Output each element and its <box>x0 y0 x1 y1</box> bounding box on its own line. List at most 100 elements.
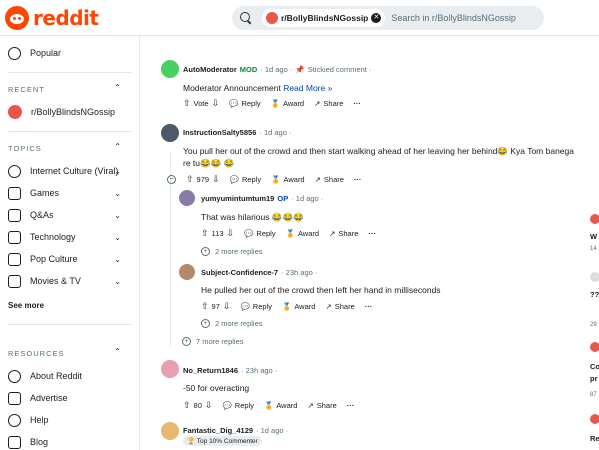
rc-title[interactable]: W <box>590 232 597 241</box>
award-button[interactable]: 🏅 Award <box>264 401 297 410</box>
vote-label: Vote <box>193 99 209 108</box>
reddit-snoo-icon <box>5 6 29 30</box>
megaphone-icon <box>8 391 21 405</box>
rc-sub: 14 <box>590 246 597 252</box>
upvote-icon[interactable]: ⇧ <box>183 98 191 109</box>
see-more-link[interactable]: See more <box>8 301 44 310</box>
award-button[interactable]: 🏅 Award <box>271 99 304 108</box>
upvote-icon[interactable]: ⇧ <box>201 301 209 312</box>
more-options-icon[interactable]: ··· <box>353 99 361 108</box>
sidebar-divider <box>8 324 132 325</box>
comment-time: · 1d ago · <box>259 128 292 137</box>
award-button[interactable]: 🏅 Award <box>271 175 304 184</box>
avatar[interactable] <box>179 190 195 206</box>
sidebar-item-about[interactable]: About Reddit <box>0 365 139 387</box>
award-icon: 🏅 <box>271 175 281 184</box>
reply-button[interactable]: 💬 Reply <box>244 229 276 238</box>
share-button[interactable]: ↗ Share <box>307 401 336 410</box>
reply-button[interactable]: 💬 Reply <box>229 99 261 108</box>
reply-button[interactable]: 💬 Reply <box>240 302 272 311</box>
sidebar-item-label: Games <box>30 188 60 198</box>
read-more-link[interactable]: Read More » <box>283 83 332 93</box>
downvote-icon[interactable]: ⇩ <box>212 174 220 185</box>
more-options-icon[interactable]: ··· <box>368 229 376 238</box>
share-button[interactable]: ↗ Share <box>314 99 343 108</box>
more-replies-link[interactable]: + 2 more replies <box>201 319 263 328</box>
sidebar-item-recent-subreddit[interactable]: r/BollyBlindsNGossip <box>0 101 139 123</box>
avatar[interactable] <box>161 124 179 142</box>
sidebar-item-qas[interactable]: Q&As ⌄ <box>0 204 139 226</box>
community-avatar[interactable] <box>590 214 599 224</box>
share-button[interactable]: ↗ Share <box>329 229 358 238</box>
sidebar-item-popular[interactable]: Popular <box>0 42 139 64</box>
downvote-icon[interactable]: ⇩ <box>227 228 235 239</box>
chevron-up-icon[interactable]: ⌃ <box>114 83 121 92</box>
community-avatar[interactable] <box>590 414 599 424</box>
collapse-icon[interactable]: − <box>167 175 176 184</box>
share-label: Share <box>338 229 359 238</box>
more-replies-link[interactable]: + 2 more replies <box>201 247 263 256</box>
comment-author[interactable]: Subject-Confidence-7 <box>201 268 278 277</box>
upvote-icon[interactable]: ⇧ <box>183 400 191 411</box>
right-sidebar: W 14 ?? 29 Co pr 87 Re <box>584 36 599 450</box>
award-label: Award <box>297 229 320 238</box>
comments-section: AutoModerator MOD · 1d ago · 📌 Stickied … <box>141 36 581 450</box>
left-sidebar: Popular RECENT ⌃ r/BollyBlindsNGossip TO… <box>0 36 140 450</box>
sidebar-item-help[interactable]: Help <box>0 409 139 431</box>
rc-title[interactable]: ?? <box>590 290 599 299</box>
upvote-icon[interactable]: ⇧ <box>186 174 194 185</box>
more-options-icon[interactable]: ··· <box>365 302 373 311</box>
avatar[interactable] <box>179 264 195 280</box>
plus-icon: + <box>201 247 210 256</box>
comment-author[interactable]: yumyumintumtum19 <box>201 194 274 203</box>
comment-author[interactable]: InstructionSalty5856 <box>183 128 256 137</box>
reddit-logo[interactable]: reddit <box>5 6 99 30</box>
more-replies-link[interactable]: + 7 more replies <box>182 337 244 346</box>
subreddit-chip[interactable]: r/BollyBlindsNGossip ✕ <box>262 9 386 27</box>
community-avatar[interactable] <box>590 272 599 282</box>
sidebar-item-games[interactable]: Games ⌄ <box>0 182 139 204</box>
share-button[interactable]: ↗ Share <box>325 302 354 311</box>
search-input[interactable]: Search in r/BollyBlindsNGossip <box>391 13 516 23</box>
comment-author[interactable]: AutoModerator <box>183 65 237 74</box>
more-options-icon[interactable]: ··· <box>354 175 362 184</box>
comment-author[interactable]: Fantastic_Dig_4129 <box>183 426 253 435</box>
award-button[interactable]: 🏅 Award <box>282 302 315 311</box>
sidebar-item-technology[interactable]: Technology ⌄ <box>0 226 139 248</box>
chevron-up-icon[interactable]: ⌃ <box>114 347 121 356</box>
downvote-icon[interactable]: ⇩ <box>205 400 213 411</box>
vote-group: ⇧ Vote ⇩ <box>183 98 219 109</box>
rc-title[interactable]: Re <box>590 434 599 443</box>
award-button[interactable]: 🏅 Award <box>286 229 319 238</box>
sidebar-item-internet-culture[interactable]: Internet Culture (Viral) ⌄ <box>0 160 139 182</box>
sidebar-item-pop-culture[interactable]: Pop Culture ⌄ <box>0 248 139 270</box>
sidebar-item-label: Q&As <box>30 210 54 220</box>
chevron-down-icon: ⌄ <box>114 166 121 176</box>
upvote-icon[interactable]: ⇧ <box>201 228 209 239</box>
search-bar[interactable]: r/BollyBlindsNGossip ✕ Search in r/Bolly… <box>232 6 544 30</box>
downvote-icon[interactable]: ⇩ <box>212 98 220 109</box>
downvote-icon[interactable]: ⇩ <box>223 301 231 312</box>
chevron-up-icon[interactable]: ⌃ <box>114 142 121 151</box>
avatar[interactable] <box>161 360 179 378</box>
resources-section-label: RESOURCES <box>8 349 65 358</box>
sidebar-item-movies-tv[interactable]: Movies & TV ⌄ <box>0 270 139 292</box>
share-label: Share <box>316 401 337 410</box>
share-button[interactable]: ↗ Share <box>315 175 344 184</box>
sidebar-item-advertise[interactable]: Advertise <box>0 387 139 409</box>
award-label: Award <box>282 99 305 108</box>
sidebar-item-blog[interactable]: Blog <box>0 431 139 450</box>
vote-group: ⇧ 113 ⇩ <box>201 228 234 239</box>
avatar[interactable] <box>161 60 179 78</box>
avatar[interactable] <box>161 422 179 440</box>
rc-title-2[interactable]: pr <box>590 374 598 383</box>
clear-chip-icon[interactable]: ✕ <box>371 13 382 23</box>
rc-title[interactable]: Co <box>590 362 599 371</box>
community-avatar[interactable] <box>590 342 599 352</box>
share-label: Share <box>323 175 344 184</box>
pin-icon: 📌 <box>295 65 305 74</box>
comment-author[interactable]: No_Return1846 <box>183 366 238 375</box>
reply-button[interactable]: 💬 Reply <box>230 175 262 184</box>
reply-button[interactable]: 💬 Reply <box>222 401 254 410</box>
more-options-icon[interactable]: ··· <box>347 401 355 410</box>
